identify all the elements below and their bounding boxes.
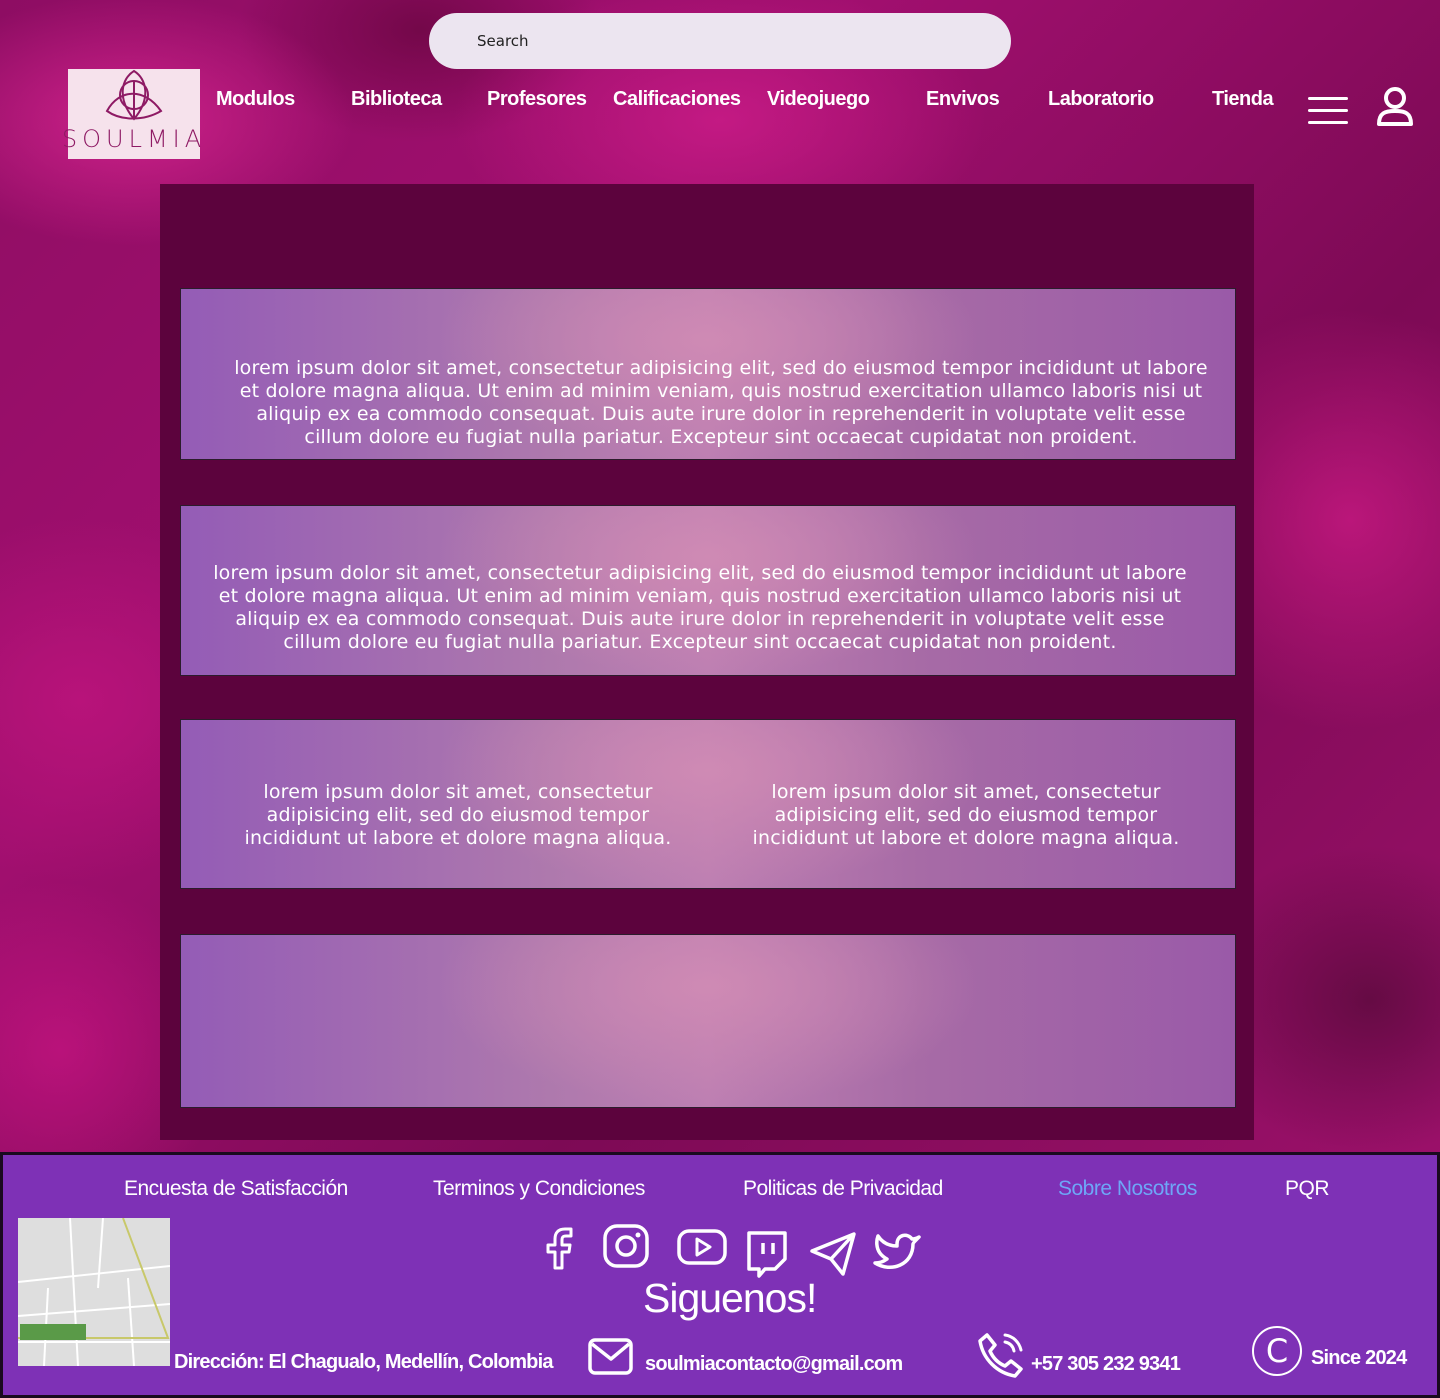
facebook-icon[interactable]	[543, 1223, 577, 1275]
phone-number[interactable]: +57 305 232 9341	[1031, 1353, 1181, 1376]
nav-item-profesores[interactable]: Profesores	[487, 88, 587, 111]
nav-item-tienda[interactable]: Tienda	[1212, 88, 1274, 111]
content-card: lorem ipsum dolor sit amet, consectetur …	[180, 505, 1236, 676]
nav-item-calificaciones[interactable]: Calificaciones	[613, 88, 741, 111]
nav-item-laboratorio[interactable]: Laboratorio	[1048, 88, 1154, 111]
content-card-empty	[180, 934, 1236, 1108]
nav-item-envivos[interactable]: Envivos	[926, 88, 1000, 111]
hamburger-menu-icon[interactable]	[1308, 97, 1348, 127]
search-input[interactable]	[477, 32, 957, 50]
phone-icon	[975, 1329, 1027, 1383]
follow-us-heading: Siguenos!	[643, 1275, 817, 1321]
footer: Encuesta de Satisfacción Terminos y Cond…	[0, 1152, 1440, 1398]
footer-link-sobre-nosotros[interactable]: Sobre Nosotros	[1058, 1177, 1197, 1201]
nav-item-modulos[interactable]: Modulos	[216, 88, 295, 111]
user-icon[interactable]	[1375, 86, 1415, 132]
footer-link-pqr[interactable]: PQR	[1285, 1177, 1330, 1201]
telegram-icon[interactable]	[809, 1231, 857, 1281]
youtube-icon[interactable]	[677, 1223, 727, 1275]
twitter-icon[interactable]	[873, 1229, 923, 1279]
svg-text:C: C	[1266, 1332, 1288, 1370]
card-text: lorem ipsum dolor sit amet, consectetur …	[213, 562, 1187, 653]
footer-link-politicas[interactable]: Politicas de Privacidad	[743, 1177, 943, 1201]
since-text: Since 2024	[1311, 1347, 1407, 1369]
footer-link-encuesta[interactable]: Encuesta de Satisfacción	[124, 1177, 348, 1201]
brand-logo[interactable]: SOULMIA	[62, 69, 201, 159]
footer-link-terminos[interactable]: Terminos y Condiciones	[433, 1177, 645, 1201]
address-text: Dirección: El Chagualo, Medellín, Colomb…	[174, 1351, 553, 1373]
content-card: lorem ipsum dolor sit amet, consectetur …	[180, 719, 1236, 889]
nav-item-biblioteca[interactable]: Biblioteca	[351, 88, 442, 111]
content-card: lorem ipsum dolor sit amet, consectetur …	[180, 288, 1236, 460]
nav-item-videojuego[interactable]: Videojuego	[767, 88, 870, 111]
mail-icon	[587, 1337, 635, 1381]
instagram-icon[interactable]	[602, 1223, 650, 1275]
card-text-right: lorem ipsum dolor sit amet, consectetur …	[752, 781, 1180, 849]
brand-name: SOULMIA	[61, 125, 207, 153]
soulmia-emblem-icon	[105, 69, 163, 121]
search-bar[interactable]	[429, 13, 1011, 69]
location-map[interactable]	[17, 1217, 171, 1367]
copyright-icon: C	[1251, 1325, 1303, 1381]
main-panel: lorem ipsum dolor sit amet, consectetur …	[160, 184, 1254, 1140]
card-text-left: lorem ipsum dolor sit amet, consectetur …	[244, 781, 672, 849]
card-text: lorem ipsum dolor sit amet, consectetur …	[234, 357, 1208, 448]
email-link[interactable]: soulmiacontacto@gmail.com	[645, 1353, 903, 1376]
